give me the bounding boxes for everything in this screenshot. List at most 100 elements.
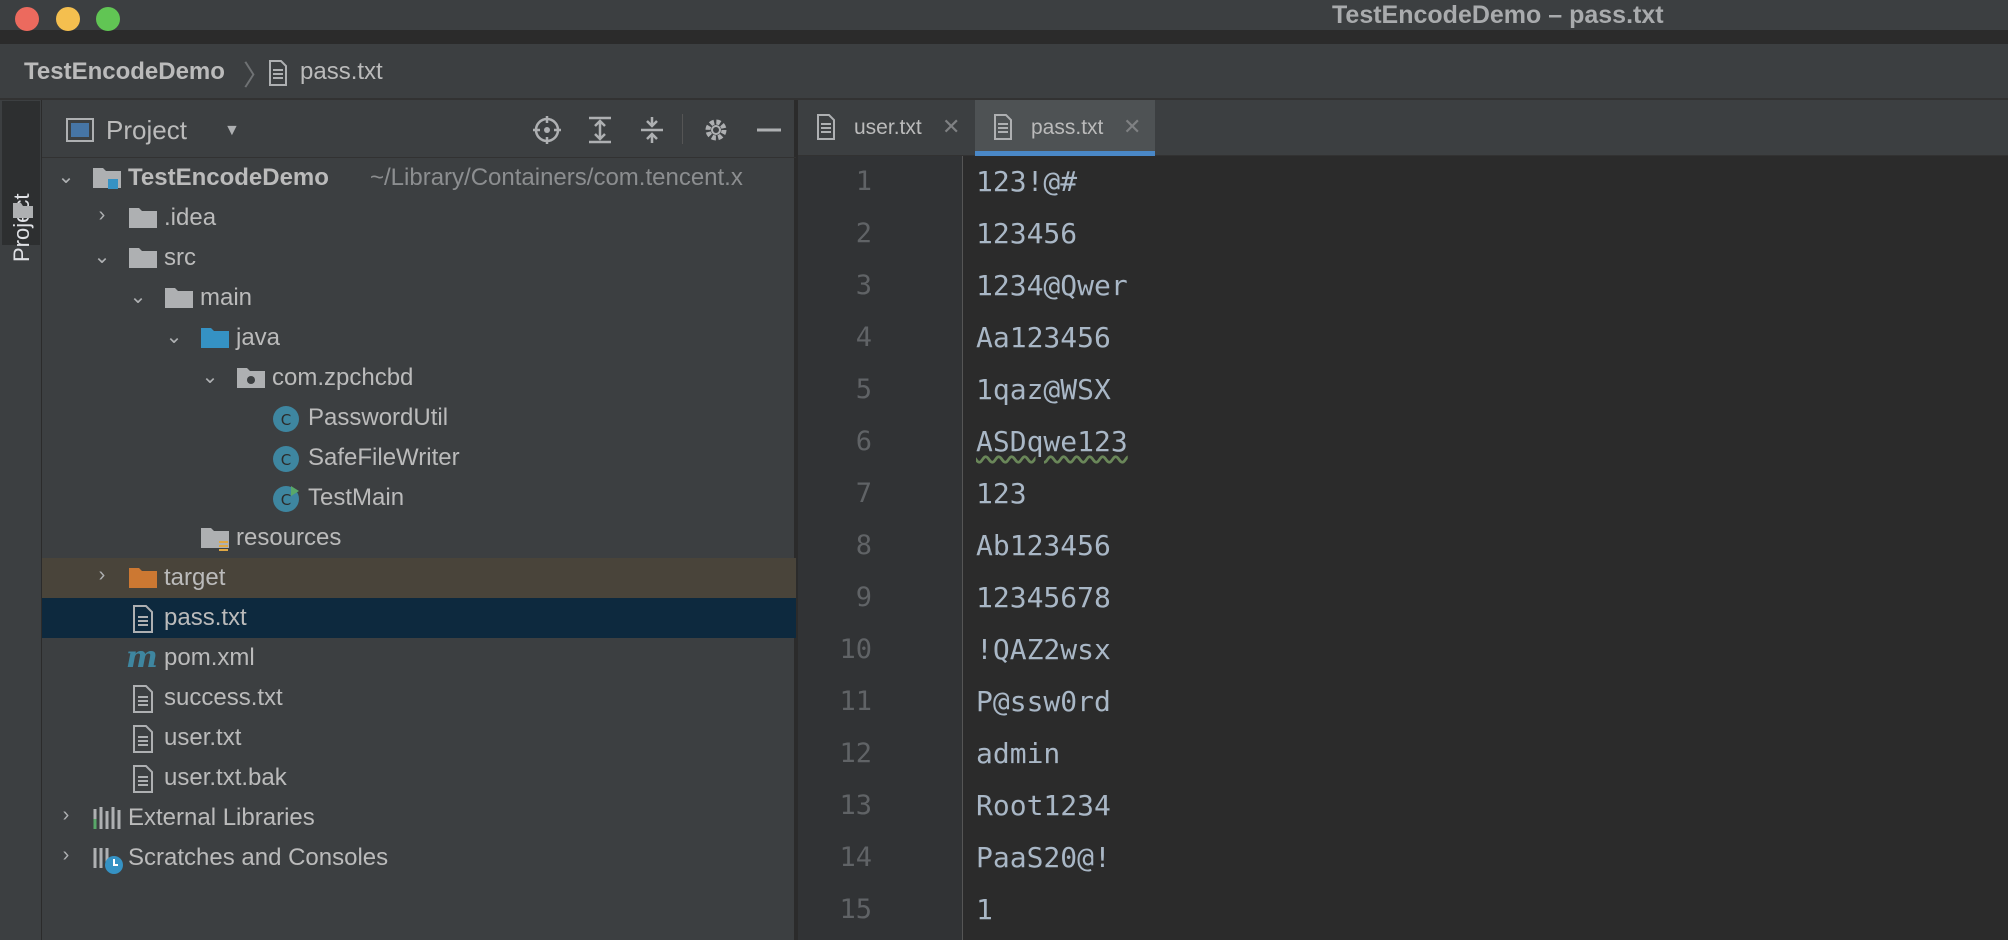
code-line[interactable]: Aa123456	[976, 321, 1111, 354]
close-icon[interactable]: ✕	[1123, 114, 1141, 140]
tab-pass-txt[interactable]: pass.txt ✕	[975, 100, 1155, 156]
expand-all-icon[interactable]	[584, 114, 616, 146]
breadcrumb-project[interactable]: TestEncodeDemo	[24, 58, 225, 86]
editor-tabs: user.txt ✕ pass.txt ✕	[798, 100, 2008, 156]
code-line[interactable]: 1	[976, 893, 993, 926]
chevron-down-icon[interactable]: ⌄	[56, 164, 76, 189]
tree-item-user-txt[interactable]: user.txt	[42, 718, 796, 758]
minimize-window-button[interactable]	[56, 7, 80, 31]
project-panel-header: Project ▼	[42, 100, 796, 158]
breadcrumb-separator: 〉	[243, 60, 272, 91]
tree-item-target[interactable]: › target	[42, 558, 796, 598]
tree-item-pass-txt[interactable]: pass.txt	[42, 598, 796, 638]
tree-item-src[interactable]: ⌄ src	[42, 238, 796, 278]
code-line[interactable]: 123456	[976, 217, 1077, 250]
tab-user-txt[interactable]: user.txt ✕	[798, 100, 974, 156]
line-number: 11	[839, 686, 872, 717]
tree-item-safefilewriter[interactable]: C SafeFileWriter	[42, 438, 796, 478]
project-path: ~/Library/Containers/com.tencent.x	[370, 164, 743, 191]
text-file-icon	[268, 60, 288, 91]
line-number-gutter: 1 2 3 4 5 6 7 8 9 10 11 12 13 14 15	[798, 156, 963, 940]
text-file-icon	[993, 114, 1013, 145]
code-line-spellcheck-warning[interactable]: ASDqwe123	[976, 425, 1128, 458]
window-title: TestEncodeDemo – pass.txt	[1332, 1, 1664, 29]
code-line[interactable]: PaaS20@!	[976, 841, 1111, 874]
line-number: 14	[839, 842, 872, 873]
tree-item-label: src	[164, 244, 196, 271]
tree-item-label: target	[164, 564, 226, 591]
line-number: 13	[839, 790, 872, 821]
module-folder-icon	[92, 165, 122, 196]
text-file-icon	[132, 605, 154, 638]
tree-item-label: com.zpchcbd	[272, 364, 414, 391]
chevron-down-icon[interactable]: ▼	[224, 122, 240, 140]
tree-item-label: main	[200, 284, 253, 311]
tree-item-resources[interactable]: resources	[42, 518, 796, 558]
svg-text:C: C	[281, 411, 291, 429]
tree-item-label: TestEncodeDemo	[128, 164, 329, 191]
chevron-right-icon[interactable]: ›	[56, 844, 76, 867]
text-file-icon	[816, 114, 836, 145]
folder-icon	[128, 205, 158, 236]
code-line[interactable]: Root1234	[976, 789, 1111, 822]
locate-icon[interactable]	[531, 114, 563, 146]
chevron-right-icon[interactable]: ›	[92, 564, 112, 587]
line-number: 10	[839, 634, 872, 665]
chevron-down-icon[interactable]: ⌄	[92, 244, 112, 269]
chevron-down-icon[interactable]: ⌄	[128, 284, 148, 309]
tree-item-success-txt[interactable]: success.txt	[42, 678, 796, 718]
code-line[interactable]: 123!@#	[976, 165, 1077, 198]
tree-item-label: SafeFileWriter	[308, 444, 460, 471]
chevron-right-icon[interactable]: ›	[92, 204, 112, 227]
breadcrumb-file[interactable]: pass.txt	[300, 58, 383, 86]
code-line[interactable]: 1qaz@WSX	[976, 373, 1111, 406]
tree-item-label: TestMain	[308, 484, 405, 511]
svg-text:C: C	[281, 451, 291, 469]
package-icon	[236, 365, 266, 396]
tree-item-label: user.txt	[164, 724, 242, 751]
tree-item-external-libraries[interactable]: › External Libraries	[42, 798, 796, 838]
scratches-icon	[92, 845, 124, 880]
tree-item-passwordutil[interactable]: C PasswordUtil	[42, 398, 796, 438]
project-view-icon	[66, 118, 94, 147]
source-folder-icon	[200, 325, 230, 356]
tree-item-label: Scratches and Consoles	[128, 844, 389, 871]
collapse-all-icon[interactable]	[636, 114, 668, 146]
tree-item-pom-xml[interactable]: m pom.xml	[42, 638, 796, 678]
code-line[interactable]: 1234@Qwer	[976, 269, 1128, 302]
tree-item-idea[interactable]: › .idea	[42, 198, 796, 238]
tree-item-testmain[interactable]: C TestMain	[42, 478, 796, 518]
tree-item-main[interactable]: ⌄ main	[42, 278, 796, 318]
class-icon: C	[272, 445, 300, 478]
chevron-right-icon[interactable]: ›	[56, 804, 76, 827]
code-line[interactable]: admin	[976, 737, 1060, 770]
code-area[interactable]: 123!@# 123456 1234@Qwer Aa123456 1qaz@WS…	[964, 156, 2008, 940]
code-line[interactable]: P@ssw0rd	[976, 685, 1111, 718]
project-view-title[interactable]: Project	[106, 115, 187, 146]
tree-item-scratches[interactable]: › Scratches and Consoles	[42, 838, 796, 878]
code-line[interactable]: 123	[976, 477, 1027, 510]
tree-item-label: External Libraries	[128, 804, 315, 831]
excluded-folder-icon	[128, 565, 158, 596]
code-line[interactable]: 12345678	[976, 581, 1111, 614]
tree-item-testencodedemo[interactable]: ⌄ TestEncodeDemo ~/Library/Containers/co…	[42, 158, 796, 198]
line-number: 4	[855, 322, 872, 353]
close-window-button[interactable]	[15, 7, 39, 31]
tab-label: pass.txt	[1031, 116, 1104, 139]
chevron-down-icon[interactable]: ⌄	[200, 364, 220, 389]
tree-item-java[interactable]: ⌄ java	[42, 318, 796, 358]
line-number: 1	[855, 166, 872, 197]
line-number: 2	[855, 218, 872, 249]
chevron-down-icon[interactable]: ⌄	[164, 324, 184, 349]
gear-icon[interactable]	[700, 114, 732, 146]
tree-item-package[interactable]: ⌄ com.zpchcbd	[42, 358, 796, 398]
close-icon[interactable]: ✕	[942, 114, 960, 140]
tree-item-user-txt-bak[interactable]: user.txt.bak	[42, 758, 796, 798]
code-line[interactable]: Ab123456	[976, 529, 1111, 562]
code-line[interactable]: !QAZ2wsx	[976, 633, 1111, 666]
minimize-icon[interactable]	[753, 114, 785, 146]
tree-item-label: pom.xml	[164, 644, 255, 671]
tree-item-label: .idea	[164, 204, 217, 231]
maximize-window-button[interactable]	[96, 7, 120, 31]
tree-item-label: success.txt	[164, 684, 283, 711]
